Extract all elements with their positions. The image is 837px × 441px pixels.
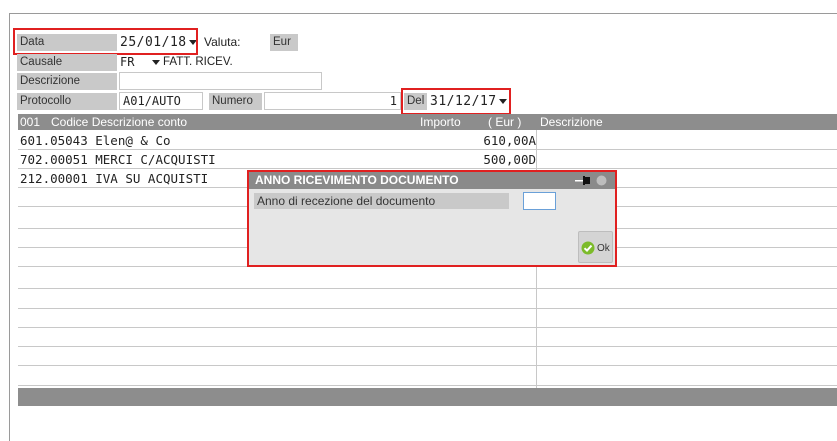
descrizione-input[interactable] <box>119 72 322 90</box>
table-row[interactable] <box>18 309 837 328</box>
row-account: 601.05043 Elen@ & Co <box>20 133 171 148</box>
pin-icon[interactable] <box>575 175 591 186</box>
protocollo-label: Protocollo <box>17 93 117 110</box>
table-row[interactable]: 601.05043 Elen@ & Co 610,00A <box>18 131 837 150</box>
valuta-label: Valuta: <box>204 35 241 49</box>
row-amount: 500,00D <box>483 152 536 167</box>
numero-value: 1 <box>389 94 397 108</box>
chevron-down-icon[interactable] <box>152 60 160 65</box>
check-icon <box>581 241 595 255</box>
protocollo-input[interactable]: A01/AUTO <box>119 92 203 110</box>
row-account: 212.00001 IVA SU ACQUISTI <box>20 171 209 186</box>
grid-col-importo: Importo <box>420 115 461 129</box>
grid-col-number: 001 <box>20 115 41 129</box>
causale-label: Causale <box>17 54 117 71</box>
causale-description: FATT. RICEV. <box>163 56 233 68</box>
row-account: 702.00051 MERCI C/ACQUISTI <box>20 152 216 167</box>
table-row[interactable] <box>18 347 837 366</box>
ok-button[interactable]: Ok <box>578 231 613 263</box>
data-highlight <box>13 28 198 55</box>
grid-header: 001 Codice Descrizione conto Importo ( E… <box>18 114 837 130</box>
table-row[interactable] <box>18 328 837 347</box>
ok-label: Ok <box>597 243 610 254</box>
row-amount: 610,00A <box>483 133 536 148</box>
causale-field[interactable]: FR <box>120 54 160 71</box>
grid-footer-bar <box>18 388 837 406</box>
table-row[interactable] <box>18 270 837 289</box>
del-highlight <box>401 88 511 115</box>
grid-col-code: Codice Descrizione conto <box>51 115 188 129</box>
causale-code: FR <box>120 55 135 69</box>
dialog-title-text: ANNO RICEVIMENTO DOCUMENTO <box>255 173 459 187</box>
anno-field-label: Anno di recezione del documento <box>254 193 509 209</box>
table-row[interactable] <box>18 290 837 309</box>
table-row[interactable] <box>18 367 837 386</box>
close-icon[interactable] <box>596 175 607 186</box>
anno-input[interactable] <box>523 192 556 210</box>
valuta-value: Eur <box>270 34 298 51</box>
anno-ricevimento-dialog: ANNO RICEVIMENTO DOCUMENTO Anno di recez… <box>247 170 617 267</box>
numero-input[interactable]: 1 <box>264 92 401 110</box>
dialog-title: ANNO RICEVIMENTO DOCUMENTO <box>249 172 615 189</box>
table-row[interactable]: 702.00051 MERCI C/ACQUISTI 500,00D <box>18 150 837 169</box>
numero-label: Numero <box>209 93 262 110</box>
descrizione-label: Descrizione <box>17 73 117 90</box>
grid-col-currency: ( Eur ) <box>488 115 522 129</box>
grid-col-description: Descrizione <box>540 115 603 129</box>
